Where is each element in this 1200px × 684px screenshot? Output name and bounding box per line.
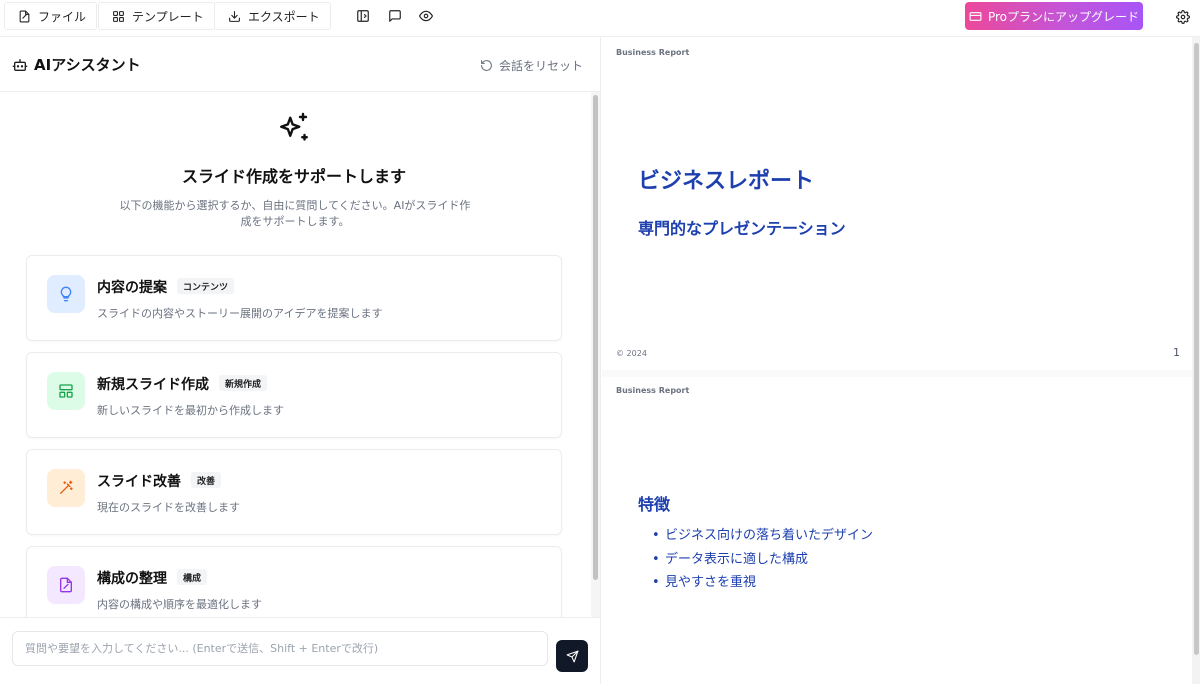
reset-label: 会話をリセット xyxy=(499,59,584,73)
hero-description: 以下の機能から選択するか、自由に質問してください。AIがスライド作成をサポートし… xyxy=(119,199,471,228)
file-menu-label: ファイル xyxy=(38,9,87,24)
assistant-title: AIアシスタント xyxy=(34,56,141,74)
export-menu-label: エクスポート xyxy=(248,9,320,24)
slide-title: ビジネスレポート xyxy=(638,169,815,194)
download-icon xyxy=(229,10,240,22)
sidebar-icon xyxy=(357,10,369,22)
slide-label: Business Report xyxy=(616,48,690,57)
credit-card-icon xyxy=(969,11,982,21)
file-icon xyxy=(19,10,30,22)
send-icon xyxy=(566,650,578,662)
slide-label: Business Report xyxy=(616,386,690,395)
card-icon-box xyxy=(47,566,85,604)
assistant-scrollbar-thumb[interactable] xyxy=(593,95,598,580)
settings-button[interactable] xyxy=(1176,9,1190,24)
card-icon-box xyxy=(47,372,85,410)
comment-icon xyxy=(389,10,401,22)
layout-icon xyxy=(59,384,73,398)
bot-icon xyxy=(12,59,28,71)
preview-button[interactable] xyxy=(418,8,434,24)
reset-conversation-button[interactable]: 会話をリセット xyxy=(480,57,583,74)
suggestion-card-content[interactable]: 内容の提案 コンテンツ スライドの内容やストーリー展開のアイデアを提案します xyxy=(26,255,562,341)
suggestion-card-structure[interactable]: 構成の整理 構成 内容の構成や順序を最適化します xyxy=(26,546,562,617)
bullet-item: 見やすさを重視 xyxy=(652,571,873,595)
hero-title: スライド作成をサポートします xyxy=(181,167,406,186)
card-badge: 改善 xyxy=(191,472,222,488)
card-icon-box xyxy=(47,469,85,507)
card-title: スライド改善 xyxy=(97,474,181,490)
lightbulb-icon xyxy=(60,286,72,302)
slide-page-number: 1 xyxy=(1173,346,1180,359)
bullet-item: データ表示に適した構成 xyxy=(652,548,873,572)
slide-title: 特徴 xyxy=(638,495,671,514)
sparkles-icon xyxy=(280,112,308,141)
assistant-header: AIアシスタント 会話をリセット xyxy=(0,37,600,92)
magic-wand-icon xyxy=(60,480,73,494)
reset-icon xyxy=(481,60,492,71)
card-title: 内容の提案 xyxy=(97,280,167,296)
grid-icon xyxy=(113,10,124,22)
file-menu-button[interactable]: ファイル xyxy=(4,2,98,30)
eye-icon xyxy=(419,10,433,22)
slide-subtitle: 専門的なプレゼンテーション xyxy=(638,219,846,238)
card-description: 内容の構成や順序を最適化します xyxy=(97,598,262,611)
toggle-sidebar-button[interactable] xyxy=(355,8,371,24)
bullet-item: ビジネス向けの落ち着いたデザイン xyxy=(652,524,873,548)
top-toolbar: ファイル テンプレート エクスポート Proプランにアップグレード xyxy=(0,0,1200,37)
slide-1[interactable]: Business Report ビジネスレポート 専門的なプレゼンテーション ©… xyxy=(602,37,1192,370)
chat-input[interactable] xyxy=(12,631,548,666)
comment-button[interactable] xyxy=(387,8,403,24)
chat-input-area xyxy=(0,617,600,684)
slide-bullet-list: ビジネス向けの落ち着いたデザイン データ表示に適した構成 見やすさを重視 xyxy=(652,524,873,595)
suggestion-card-new-slide[interactable]: 新規スライド作成 新規作成 新しいスライドを最初から作成します xyxy=(26,352,562,438)
gear-icon xyxy=(1176,10,1190,24)
card-badge: 新規作成 xyxy=(219,375,268,391)
file-edit-icon xyxy=(60,577,72,593)
card-badge: コンテンツ xyxy=(177,278,235,294)
upgrade-label: Proプランにアップグレード xyxy=(987,9,1140,24)
export-menu-button[interactable]: エクスポート xyxy=(214,2,331,30)
card-icon-box xyxy=(47,275,85,313)
template-menu-label: テンプレート xyxy=(132,9,204,24)
slides-scrollbar-thumb[interactable] xyxy=(1194,43,1199,655)
card-description: 新しいスライドを最初から作成します xyxy=(97,404,284,417)
template-menu-button[interactable]: テンプレート xyxy=(98,2,215,30)
assistant-content: スライド作成をサポートします 以下の機能から選択するか、自由に質問してください。… xyxy=(0,92,590,617)
slide-preview-panel: Business Report ビジネスレポート 専門的なプレゼンテーション ©… xyxy=(602,37,1200,684)
upgrade-button[interactable]: Proプランにアップグレード xyxy=(965,2,1143,30)
card-description: 現在のスライドを改善します xyxy=(97,501,240,514)
suggestion-card-improve[interactable]: スライド改善 改善 現在のスライドを改善します xyxy=(26,449,562,535)
send-button[interactable] xyxy=(556,640,588,672)
ai-assistant-panel: AIアシスタント 会話をリセット スライド作成をサポートします 以下の機能から選… xyxy=(0,37,601,684)
card-badge: 構成 xyxy=(177,569,208,585)
slide-footer: © 2024 xyxy=(616,349,647,358)
card-description: スライドの内容やストーリー展開のアイデアを提案します xyxy=(97,307,383,320)
card-title: 新規スライド作成 xyxy=(97,377,209,393)
card-title: 構成の整理 xyxy=(97,571,167,587)
